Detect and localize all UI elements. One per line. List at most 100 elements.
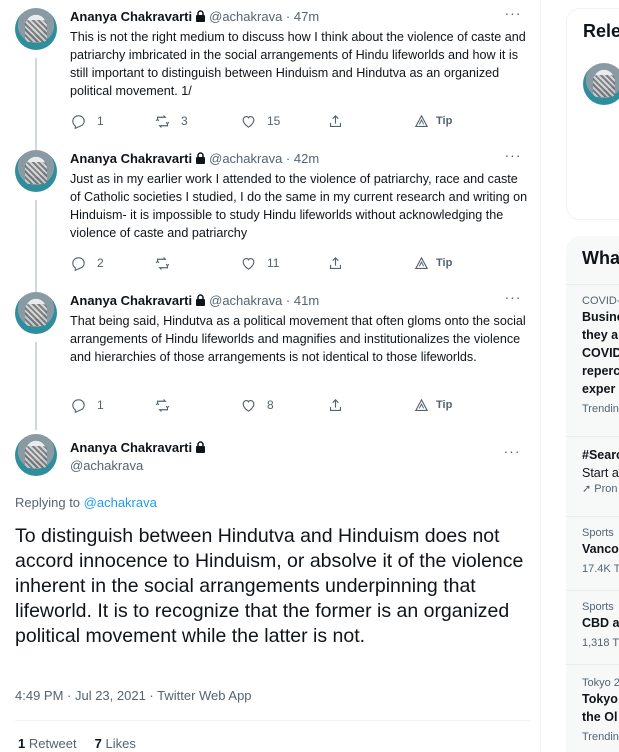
more-options-icon[interactable]: ···: [502, 443, 522, 459]
share-icon: [329, 398, 342, 411]
share-button[interactable]: [327, 253, 344, 273]
trend-item[interactable]: COVID- Busine they a COVID reperc exper …: [582, 294, 619, 416]
trend-line: COVID: [582, 346, 619, 360]
like-count: 8: [267, 398, 274, 412]
avatar[interactable]: [15, 292, 57, 334]
author-name-text: Ananya Chakravarti: [70, 440, 193, 455]
retweet-stat-count: 1: [18, 736, 26, 751]
author-handle[interactable]: @achakrava: [209, 151, 282, 166]
author-handle[interactable]: @achakrava: [70, 458, 143, 473]
replying-prefix: Replying to: [15, 495, 81, 510]
trend-line: Busine: [582, 310, 619, 324]
lock-icon: [196, 152, 206, 164]
avatar[interactable]: [583, 63, 619, 105]
separator-dot: ·: [282, 9, 294, 24]
author-name[interactable]: Ananya Chakravarti: [70, 440, 209, 455]
trend-line: CBD a: [582, 616, 619, 630]
heart-icon: [242, 257, 255, 270]
retweet-button[interactable]: [154, 253, 181, 273]
trend-line: Vanco: [582, 542, 619, 556]
tweet-time[interactable]: 42m: [294, 151, 319, 166]
more-options-icon[interactable]: ···: [503, 147, 523, 163]
like-button[interactable]: 11: [240, 253, 279, 273]
retweet-button[interactable]: [154, 395, 181, 415]
trend-line: they a: [582, 328, 619, 342]
tweet-time[interactable]: 41m: [294, 293, 319, 308]
likes-stat-label: Likes: [105, 736, 136, 751]
avatar[interactable]: [15, 150, 57, 192]
tweet-header: Ananya Chakravarti @achakrava · 47m: [70, 9, 319, 24]
trend-footer: ➚ Pron: [582, 482, 619, 496]
trend-context: Tokyo 2: [582, 677, 619, 689]
author-handle[interactable]: @achakrava: [209, 9, 282, 24]
main-tweet-text: To distinguish between Hindutva and Hind…: [15, 525, 524, 647]
author-name[interactable]: Ananya Chakravarti: [70, 151, 192, 166]
tip-button[interactable]: Tip: [413, 111, 452, 131]
heart-icon: [242, 399, 255, 412]
author-name[interactable]: Ananya Chakravarti: [70, 9, 192, 24]
divider: [566, 436, 619, 437]
share-button[interactable]: [327, 111, 344, 131]
like-button[interactable]: 15: [240, 111, 280, 131]
author-handle[interactable]: @achakrava: [209, 293, 282, 308]
tip-label: Tip: [436, 257, 453, 269]
thread-tweet[interactable]: Ananya Chakravarti @achakrava · 41m ··· T…: [0, 284, 541, 428]
reply-count: 1: [97, 398, 104, 412]
reply-count: 2: [97, 256, 104, 270]
avatar[interactable]: [15, 8, 57, 50]
trend-line: exper: [582, 382, 616, 396]
trend-line: the Ol: [582, 710, 618, 724]
tweet-actions: 2 11 Tip: [70, 253, 490, 273]
separator-dot: ·: [282, 293, 294, 308]
replying-handle-link[interactable]: @achakrava: [84, 495, 157, 510]
divider: [566, 516, 619, 517]
relevant-people-title: Rele: [583, 21, 619, 41]
divider: [566, 664, 619, 665]
divider: [566, 590, 619, 591]
trend-context: COVID-: [582, 295, 619, 307]
trend-item[interactable]: Sports Vanco 17.4K T: [582, 526, 619, 576]
thread-tweet[interactable]: Ananya Chakravarti @achakrava · 47m ··· T…: [0, 0, 541, 140]
retweet-button[interactable]: 3: [154, 111, 188, 131]
reply-button[interactable]: 1: [70, 395, 104, 415]
share-button[interactable]: [327, 395, 344, 415]
tweet-text: That being said, Hindutva as a political…: [70, 314, 526, 364]
more-options-icon[interactable]: ···: [503, 289, 523, 305]
tip-button[interactable]: Tip: [413, 253, 452, 273]
replying-to: Replying to @achakrava: [15, 495, 157, 510]
author-name[interactable]: Ananya Chakravarti: [70, 293, 192, 308]
share-icon: [329, 256, 342, 269]
divider: [566, 284, 619, 285]
trend-context: Sports: [582, 601, 614, 613]
trend-extra: Start a: [582, 466, 619, 480]
avatar[interactable]: [15, 434, 57, 476]
reply-icon: [72, 398, 85, 413]
thread-tweet[interactable]: Ananya Chakravarti @achakrava · 42m ··· J…: [0, 142, 541, 284]
reply-button[interactable]: 2: [70, 253, 104, 273]
reply-icon: [72, 256, 85, 271]
reply-button[interactable]: 1: [70, 111, 104, 131]
promoted-icon: ➚: [582, 483, 592, 495]
tweet-header: Ananya Chakravarti @achakrava · 41m: [70, 293, 319, 308]
likes-stat-count: 7: [94, 736, 102, 751]
tweet-actions: 1 3 15 Tip: [70, 111, 490, 131]
tip-label: Tip: [436, 399, 453, 411]
tweet-time[interactable]: 47m: [294, 9, 319, 24]
retweet-stat-label: Retweet: [28, 736, 77, 751]
retweet-stat[interactable]: 1 Retweet: [18, 736, 77, 751]
like-button[interactable]: 8: [240, 395, 274, 415]
trend-item[interactable]: Sports CBD a 1,318 T: [582, 600, 619, 650]
tip-label: Tip: [436, 115, 453, 127]
likes-stat[interactable]: 7 Likes: [95, 736, 136, 751]
tweet-timestamp[interactable]: 4:49 PM · Jul 23, 2021 · Twitter Web App: [15, 688, 252, 703]
lock-icon: [196, 10, 206, 22]
trend-item[interactable]: #Searc Start a ➚ Pron: [582, 446, 619, 496]
reply-icon: [72, 114, 85, 129]
more-options-icon[interactable]: ···: [503, 5, 523, 21]
tip-icon: [414, 256, 429, 269]
trend-item[interactable]: Tokyo 2 Tokyo the Ol Trendin: [582, 676, 619, 744]
tip-button[interactable]: Tip: [413, 395, 452, 415]
trend-line: #Searc: [582, 448, 619, 462]
retweet-icon: [155, 114, 170, 128]
heart-icon: [242, 115, 255, 128]
